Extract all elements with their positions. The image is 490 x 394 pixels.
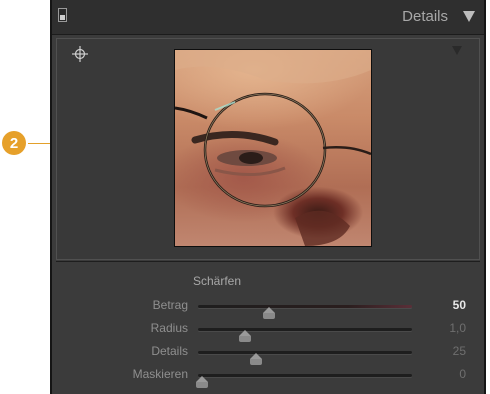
slider-row-details: Details 25 bbox=[52, 343, 488, 365]
details-panel: Details Schärfen Betrag 50 Radius 1,0 De… bbox=[50, 0, 486, 394]
slider-track[interactable] bbox=[196, 374, 412, 388]
slider-label: Betrag bbox=[152, 298, 188, 312]
slider-label: Maskieren bbox=[132, 367, 188, 381]
panel-title: Details bbox=[402, 8, 448, 25]
target-adjust-icon[interactable] bbox=[72, 46, 88, 62]
slider-value[interactable]: 1,0 bbox=[416, 321, 466, 335]
slider-value[interactable]: 50 bbox=[416, 298, 466, 312]
slider-row-radius: Radius 1,0 bbox=[52, 320, 488, 342]
slider-row-betrag: Betrag 50 bbox=[52, 297, 488, 319]
collapse-triangle-icon[interactable] bbox=[463, 11, 475, 22]
slider-label: Radius bbox=[150, 321, 188, 335]
preview-photo-drawing bbox=[175, 50, 371, 246]
panel-toggle-icon[interactable] bbox=[58, 8, 67, 22]
slider-track[interactable] bbox=[198, 328, 412, 342]
slider-label: Details bbox=[151, 344, 188, 358]
panel-header[interactable]: Details bbox=[52, 0, 484, 35]
section-divider bbox=[56, 261, 480, 262]
callout-badge: 2 bbox=[2, 131, 26, 155]
slider-row-maskieren: Maskieren 0 bbox=[52, 366, 488, 388]
section-title-sharpen: Schärfen bbox=[193, 274, 242, 288]
slider-track[interactable] bbox=[198, 305, 412, 319]
slider-value[interactable]: 0 bbox=[416, 367, 466, 381]
slider-value[interactable]: 25 bbox=[416, 344, 466, 358]
slider-track[interactable] bbox=[198, 351, 412, 365]
detail-preview-image[interactable] bbox=[174, 49, 372, 247]
preview-menu-triangle-icon[interactable] bbox=[452, 46, 462, 55]
